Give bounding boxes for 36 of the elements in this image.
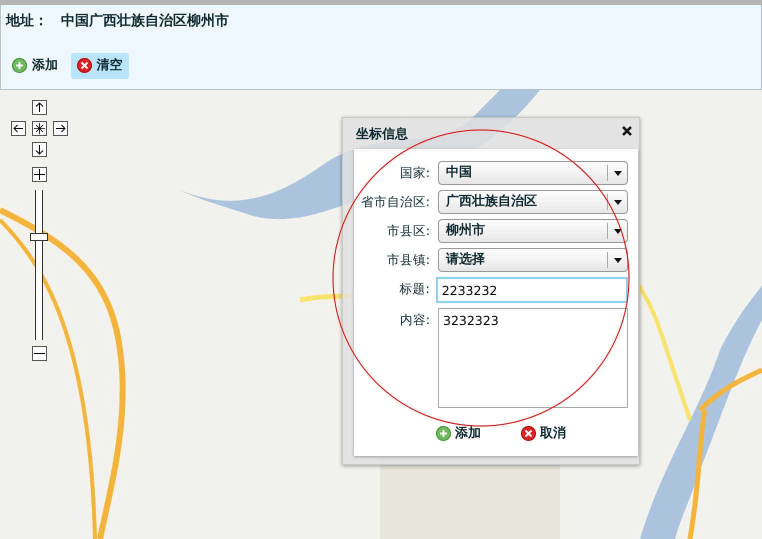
address-value: 中国广西壮族自治区柳州市 <box>61 12 229 31</box>
select-field[interactable]: 广西壮族自治区 <box>438 190 628 214</box>
cross-circle-icon <box>76 58 92 74</box>
pan-right-icon[interactable] <box>53 121 68 136</box>
zoom-out-icon[interactable] <box>32 346 47 361</box>
field-label: 国家: <box>398 164 431 182</box>
field-label: 省市自治区: <box>360 193 431 211</box>
field-label: 市县镇: <box>386 251 431 269</box>
caret-icon <box>614 228 622 234</box>
zoom-in-icon[interactable] <box>32 167 47 182</box>
cross-circle-icon <box>521 426 536 442</box>
plus-circle-icon <box>436 426 451 442</box>
input-field[interactable]: 2233232 <box>436 277 628 303</box>
add-button[interactable]: 添加 <box>436 424 481 444</box>
clear-button[interactable]: 清空 <box>70 53 128 78</box>
close-icon[interactable] <box>621 125 633 137</box>
field-label: 市县区: <box>386 222 431 240</box>
textarea-field[interactable]: 3232323 <box>438 308 628 408</box>
field-label: 内容: <box>398 311 431 329</box>
add-button[interactable]: 添加 <box>6 53 64 78</box>
select-field[interactable]: 柳州市 <box>438 219 628 243</box>
plus-circle-icon <box>12 58 27 74</box>
caret-icon <box>614 170 622 176</box>
pan-up-icon[interactable] <box>32 100 47 115</box>
caret-icon <box>614 258 622 262</box>
select-field[interactable]: 中国 <box>438 161 628 185</box>
dialog-title: 坐标信息 <box>356 126 408 144</box>
caret-icon <box>614 200 622 204</box>
address-label: 地址： <box>6 12 48 31</box>
cancel-button[interactable]: 取消 <box>521 424 566 444</box>
pan-left-icon[interactable] <box>11 121 26 136</box>
field-label: 标题: <box>398 280 431 298</box>
pan-down-icon[interactable] <box>32 142 47 157</box>
pan-center-icon[interactable] <box>32 121 47 136</box>
select-field[interactable]: 请选择 <box>438 248 628 272</box>
zoom-slider-thumb[interactable] <box>30 233 48 242</box>
